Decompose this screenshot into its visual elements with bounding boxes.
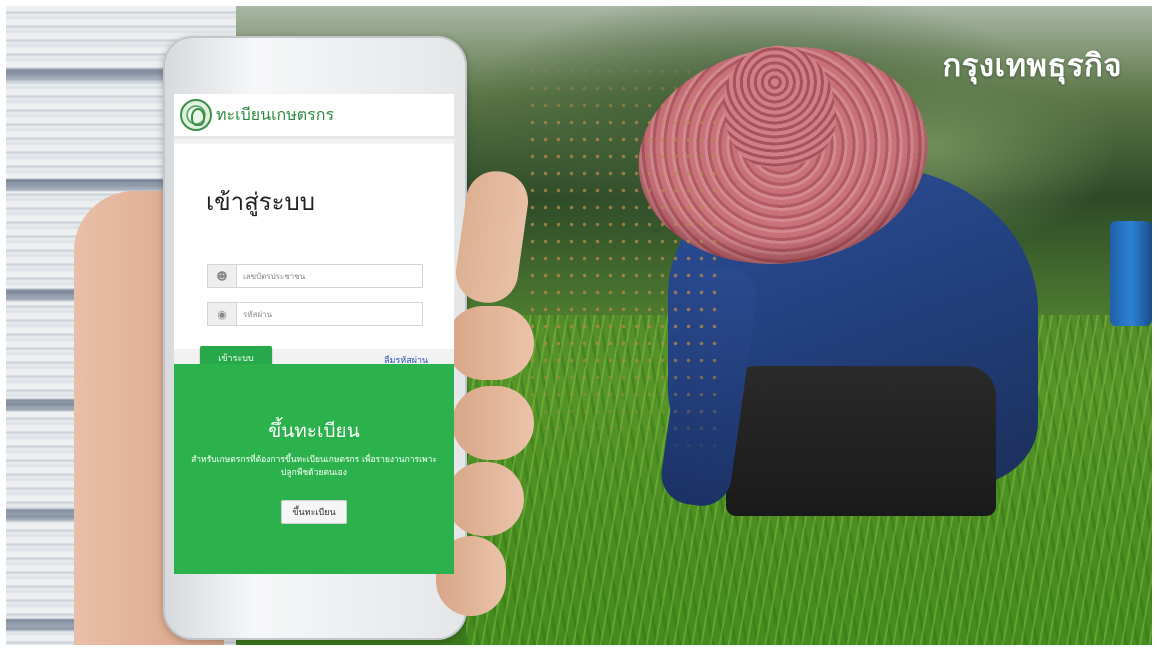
register-heading: ขึ้นทะเบียน [268,420,360,442]
citizen-id-field[interactable]: ☻ [207,264,423,288]
register-button[interactable]: ขึ้นทะเบียน [281,500,347,524]
app-header: ทะเบียนเกษตรกร [174,94,454,139]
finger-image [446,306,534,380]
citizen-id-input[interactable] [237,265,422,287]
ministry-seal-icon [180,99,212,131]
app-title: ทะเบียนเกษตรกร [216,104,335,124]
brand-logo-text: กรุงเทพธุรกิจ [942,48,1122,84]
promo-image: กรุงเทพธุรกิจ ทะเบียนเกษตรกร เข้าสู่ระบบ… [6,6,1152,645]
finger-image [452,386,534,460]
finger-image [446,462,524,536]
register-description: สำหรับเกษตรกรที่ต้องการขึ้นทะเบียนเกษตรก… [191,455,437,478]
farmer-legs-image [726,366,996,516]
password-field[interactable]: ◉ [207,302,423,326]
lock-icon: ◉ [208,303,237,325]
user-icon: ☻ [208,265,237,287]
password-input[interactable] [237,303,422,325]
login-heading: เข้าสู่ระบบ [206,188,315,216]
phone-screen: ทะเบียนเกษตรกร เข้าสู่ระบบ ☻ ◉ เข้าระบบ … [174,94,454,574]
barrel-image [1110,221,1152,326]
register-panel: ขึ้นทะเบียน สำหรับเกษตรกรที่ต้องการขึ้นท… [174,364,454,574]
scattered-seeds-image [526,46,726,466]
